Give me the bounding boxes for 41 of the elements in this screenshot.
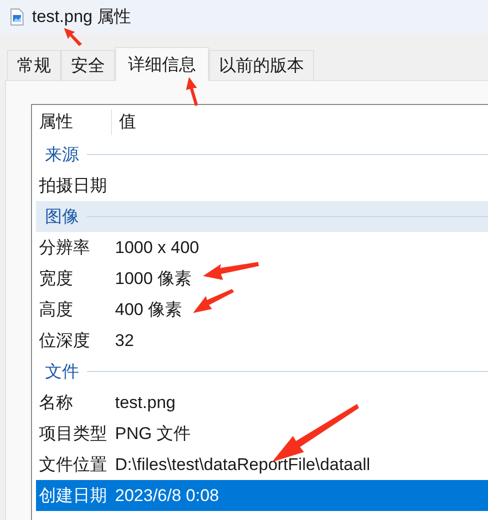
annotation-arrow [64, 28, 82, 46]
annotation-arrow [203, 262, 259, 280]
image-file-icon [10, 8, 24, 26]
property-row[interactable]: 文件位置 D:\files\test\dataReportFile\dataall [36, 449, 488, 480]
tab[interactable]: 详细信息 [115, 47, 209, 81]
annotation-arrow [186, 77, 198, 106]
tab[interactable]: 安全 [61, 50, 115, 80]
property-name: 位深度 [38, 330, 91, 352]
column-header[interactable]: 属性 [32, 109, 112, 135]
tab[interactable]: 常规 [7, 50, 61, 80]
window-title: test.png 属性 [32, 6, 132, 28]
property-row[interactable]: 拍摄日期 [36, 170, 488, 201]
property-name: 创建日期 [38, 484, 108, 507]
property-row[interactable]: 宽度 1000 像素 [36, 263, 488, 294]
property-value: 1000 x 400 [115, 236, 200, 259]
property-row[interactable]: 创建日期 2023/6/8 0:08 [36, 480, 488, 511]
property-row[interactable]: 高度 400 像素 [36, 294, 488, 325]
tab[interactable]: 以前的版本 [209, 50, 314, 80]
group-header[interactable]: 来源 [36, 139, 488, 170]
property-row[interactable]: 名称 test.png [36, 387, 488, 418]
group-header[interactable]: 图像 [36, 201, 488, 232]
annotation-arrow [193, 289, 234, 313]
property-value: test.png [115, 392, 176, 414]
property-name: 名称 [38, 392, 74, 414]
column-header[interactable]: 值 [112, 109, 136, 135]
property-name: 项目类型 [38, 422, 108, 445]
property-value: PNG 文件 [115, 422, 191, 445]
property-value: 32 [115, 330, 134, 352]
property-row[interactable]: 分辨率 1000 x 400 [36, 232, 488, 263]
property-name: 拍摄日期 [38, 174, 108, 197]
property-value: 2023/6/8 0:08 [115, 484, 219, 507]
property-row[interactable]: 位深度 32 [36, 325, 488, 356]
property-value: 1000 像素 [115, 268, 192, 290]
property-name: 高度 [38, 298, 74, 321]
property-row[interactable]: 项目类型 PNG 文件 [36, 418, 488, 449]
group-header[interactable]: 文件 [36, 356, 488, 387]
property-name: 分辨率 [38, 236, 91, 259]
property-value: 400 像素 [115, 298, 182, 321]
property-name: 宽度 [38, 268, 74, 290]
property-value: D:\files\test\dataReportFile\dataall [115, 454, 370, 476]
property-name: 文件位置 [38, 454, 108, 476]
